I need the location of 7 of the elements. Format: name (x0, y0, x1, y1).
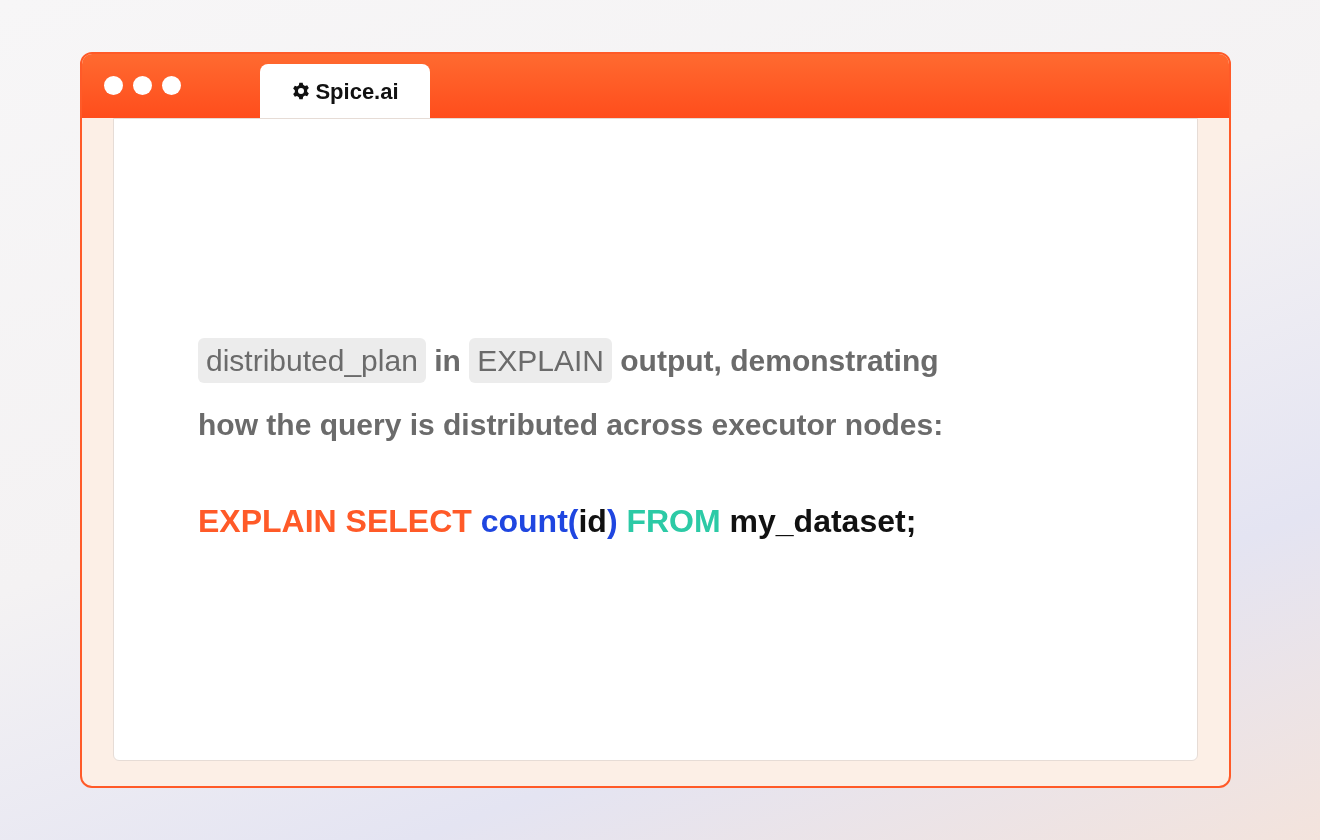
description-text: distributed_plan in EXPLAIN output, demonstrating how the query is distributed across executor nodes: (198, 329, 1197, 457)
browser-tab[interactable]: Spice.ai (260, 64, 430, 118)
window-control[interactable] (104, 75, 123, 95)
code-line: EXPLAIN SELECT count(id) FROM my_dataset; (198, 502, 918, 541)
window-control[interactable] (162, 75, 181, 95)
gear-icon (291, 81, 312, 101)
window-control[interactable] (133, 75, 152, 95)
